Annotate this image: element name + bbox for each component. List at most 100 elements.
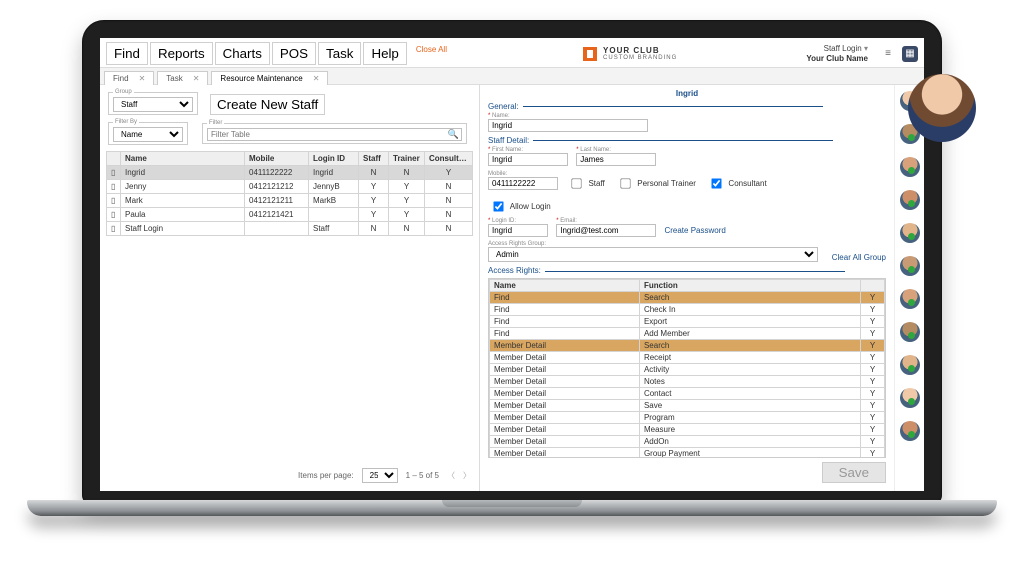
status-badge-icon [908,299,915,306]
tab-resource-maintenance[interactable]: Resource Maintenance✕ [211,71,328,85]
staff-row[interactable]: ▯Ingrid0411122222IngridNNY [107,166,473,180]
menu-find[interactable]: Find [106,42,148,65]
filter-by-select[interactable]: Name [113,127,183,142]
col-mobile[interactable]: Mobile [245,152,309,166]
section-staff-detail: Staff Detail: [488,136,886,145]
staff-row[interactable]: ▯Jenny0412121212JennyBYYN [107,180,473,194]
mobile-input[interactable] [488,177,558,190]
rights-row[interactable]: Member DetailSearchY [490,340,885,352]
staff-row[interactable]: ▯Staff LoginStaffNNN [107,222,473,236]
rights-row[interactable]: FindCheck InY [490,304,885,316]
last-name-input[interactable] [576,153,656,166]
tab-close-icon[interactable]: ✕ [313,74,320,83]
tab-task[interactable]: Task✕ [157,71,208,85]
rights-row[interactable]: Member DetailContactY [490,388,885,400]
rights-col[interactable] [861,280,885,292]
filter-field: Filter 🔍 [202,120,467,144]
row-handle-icon[interactable]: ▯ [107,208,121,222]
page-next-icon[interactable]: 〉 [463,470,471,481]
col-staff[interactable]: Staff [359,152,389,166]
rights-row[interactable]: Member DetailMeasureY [490,424,885,436]
allow-login-checkbox[interactable]: Allow Login [488,202,551,211]
brand-logo-icon [583,47,597,61]
role-trainer-checkbox[interactable]: Personal Trainer [615,179,696,188]
rights-row[interactable]: Member DetailNotesY [490,376,885,388]
rights-row[interactable]: Member DetailProgramY [490,412,885,424]
row-handle-icon[interactable]: ▯ [107,180,121,194]
name-input[interactable] [488,119,648,132]
row-handle-icon[interactable]: ▯ [107,222,121,236]
login-id-input[interactable] [488,224,548,237]
avatar-rail [894,85,924,491]
first-name-input[interactable] [488,153,568,166]
access-group-select[interactable]: Admin [488,247,818,262]
brand-name: YOUR CLUB [603,46,677,55]
status-badge-icon [908,431,915,438]
section-access-rights: Access Rights: [488,266,886,275]
brand-tagline: CUSTOM BRANDING [603,55,677,61]
col-trainer[interactable]: Trainer [389,152,425,166]
brand: YOUR CLUB CUSTOM BRANDING [583,46,677,61]
rights-row[interactable]: Member DetailAddOnY [490,436,885,448]
page-size-select[interactable]: 25 [362,468,398,483]
club-name-label: Your Club Name [806,54,868,64]
clear-all-group-link[interactable]: Clear All Group [832,253,886,262]
create-new-staff-button[interactable]: Create New Staff [210,94,325,115]
staff-row[interactable]: ▯Paula0412121421YYN [107,208,473,222]
col-consultant[interactable]: Consultant [425,152,473,166]
create-password-link[interactable]: Create Password [664,226,725,235]
page-prev-icon[interactable]: 〈 [447,470,455,481]
tab-find[interactable]: Find✕ [104,71,154,85]
menu-help[interactable]: Help [363,42,406,65]
filter-by-field: Filter By Name [108,119,188,145]
row-handle-icon[interactable]: ▯ [107,166,121,180]
email-input[interactable] [556,224,656,237]
user-box[interactable]: Staff Login Your Club Name [806,44,868,63]
status-badge-icon [908,365,915,372]
section-general: General: [488,102,886,111]
rights-col[interactable]: Function [639,280,860,292]
group-select[interactable]: Staff [113,97,193,112]
rights-row[interactable]: FindExportY [490,316,885,328]
menu-reports[interactable]: Reports [150,42,213,65]
menu-pos[interactable]: POS [272,42,316,65]
status-badge-icon [908,134,915,141]
menu-charts[interactable]: Charts [215,42,270,65]
tab-close-icon[interactable]: ✕ [193,74,200,83]
status-badge-icon [908,332,915,339]
rights-row[interactable]: Member DetailGroup PaymentY [490,448,885,458]
rights-row[interactable]: Member DetailActivityY [490,364,885,376]
pager: Items per page: 25 1 – 5 of 5 〈 〉 [106,464,473,487]
menubar: FindReportsChartsPOSTaskHelpClose All [106,42,454,65]
left-panel: Group Staff Create New Staff Filter By [100,85,480,491]
tab-close-icon[interactable]: ✕ [139,74,146,83]
rights-row[interactable]: Member DetailSaveY [490,400,885,412]
close-all-button[interactable]: Close All [409,42,454,65]
staff-table: NameMobileLogin IDStaffTrainerConsultant… [106,151,473,236]
role-staff-checkbox[interactable]: Staff [566,179,605,188]
tabstrip: Find✕Task✕Resource Maintenance✕ [100,67,924,85]
rights-row[interactable]: FindSearchY [490,292,885,304]
save-button[interactable]: Save [822,462,886,483]
role-consultant-checkbox[interactable]: Consultant [706,179,766,188]
access-rights-table: NameFunction FindSearchYFindCheck InYFin… [489,279,885,458]
menu-task[interactable]: Task [318,42,361,65]
row-handle-icon[interactable]: ▯ [107,194,121,208]
status-badge-icon [908,266,915,273]
filter-input[interactable] [207,128,462,141]
right-panel: Ingrid General: Name: Staff Detail: Firs… [480,85,894,491]
rights-row[interactable]: FindAdd MemberY [490,328,885,340]
col-login-id[interactable]: Login ID [309,152,359,166]
page-range: 1 – 5 of 5 [406,471,439,480]
calendar-icon[interactable]: ▦ [902,46,918,62]
detail-title: Ingrid [488,89,886,98]
status-badge-icon [908,167,915,174]
rights-row[interactable]: Member DetailReceiptY [490,352,885,364]
staff-login-dropdown[interactable]: Staff Login [806,44,868,54]
status-badge-icon [908,398,915,405]
staff-row[interactable]: ▯Mark0412121211MarkBYYN [107,194,473,208]
list-icon[interactable]: ≡ [880,46,896,62]
rights-col[interactable]: Name [490,280,640,292]
col-name[interactable]: Name [121,152,245,166]
search-icon[interactable]: 🔍 [448,129,459,140]
